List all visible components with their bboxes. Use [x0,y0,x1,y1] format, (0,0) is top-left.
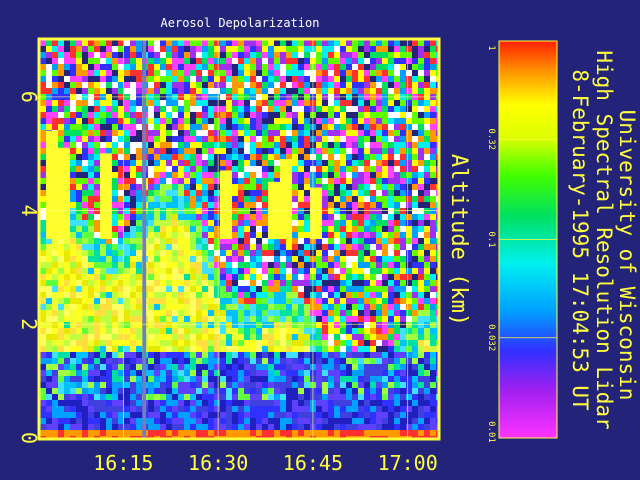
depolarization-chart: Aerosol Depolarization 16:15 16:30 16:45 17… [17,16,639,475]
x-tick-label: 17:00 [378,451,438,475]
y-tick-label: 6 [17,91,41,103]
x-tick-label: 16:15 [93,451,153,475]
colorbar: 1 0.32 0.1 0.032 0.01 [486,40,558,443]
x-tick-label: 16:30 [188,451,248,475]
timestamp-label: 8-February-1995 17:04:53 UT [568,69,592,411]
data-gap-column [142,40,147,438]
colorbar-tick-label: 0.032 [486,324,496,351]
colorbar-tick-label: 0.1 [486,231,496,247]
heatmap-cells [40,40,438,438]
y-tick-labels: 0 2 4 6 [17,91,41,444]
colorbar-tick-label: 0.32 [486,128,496,150]
colorbar-tick-label: 1 [486,45,496,50]
chart-title: Aerosol Depolarization [161,16,320,30]
y-tick-label: 4 [17,205,41,217]
y-tick-label: 0 [17,432,41,444]
y-axis-label: Altitude (km) [446,154,471,326]
institution-label: University of Wisconsin [615,110,639,401]
y-tick-label: 2 [17,318,41,330]
plot-area [37,37,441,441]
colorbar-tick-label: 0.01 [486,421,496,443]
x-tick-labels: 16:15 16:30 16:45 17:00 [93,451,438,475]
x-tick-label: 16:45 [283,451,343,475]
instrument-label: High Spectral Resolution Lidar [592,50,616,429]
